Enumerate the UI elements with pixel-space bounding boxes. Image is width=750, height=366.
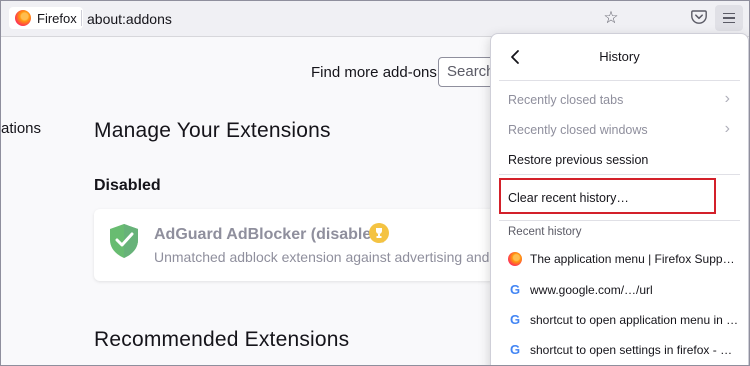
identity-box[interactable]: Firefox [9, 7, 83, 29]
chevron-right-icon: › [724, 90, 730, 107]
restore-session-item[interactable]: Restore previous session [491, 146, 748, 174]
panel-divider [499, 174, 740, 175]
panel-divider [499, 80, 740, 81]
panel-divider [499, 220, 740, 221]
sidebar-item-extensions[interactable]: ations [1, 120, 41, 137]
browser-name-label: Firefox [37, 10, 77, 26]
history-entry-title: www.google.com/…/url [530, 283, 653, 297]
history-entry[interactable]: G www.google.com/…/url [491, 277, 748, 305]
pocket-icon[interactable] [691, 10, 707, 24]
browser-window: Firefox about:addons ☆ ations Find more … [0, 0, 750, 366]
google-icon: G [509, 342, 521, 357]
history-entry[interactable]: The application menu | Firefox Suppor… [491, 246, 748, 274]
history-entry[interactable]: G shortcut to open application menu in f… [491, 307, 748, 335]
recommended-heading: Recommended Extensions [94, 328, 350, 351]
google-icon: G [509, 282, 521, 297]
firefox-logo-icon [15, 10, 31, 26]
google-icon: G [509, 312, 521, 327]
menu-item-label: Restore previous session [508, 153, 649, 167]
chevron-right-icon: › [724, 120, 730, 137]
panel-header: History [491, 34, 748, 80]
history-entry-title: shortcut to open application menu in f… [530, 313, 740, 327]
url-bar: Firefox about:addons ☆ [1, 1, 749, 37]
history-panel: History Recently closed tabs › Recently … [490, 33, 749, 365]
url-input[interactable]: about:addons [87, 11, 172, 27]
history-entry[interactable]: G shortcut to open settings in firefox -… [491, 337, 748, 365]
panel-title: History [599, 49, 640, 64]
history-entry-title: shortcut to open settings in firefox - G… [530, 343, 740, 357]
recently-closed-windows-item[interactable]: Recently closed windows › [491, 116, 748, 144]
hamburger-menu-icon[interactable] [715, 5, 743, 31]
extension-description: Unmatched adblock extension against adve… [154, 249, 517, 265]
extension-card[interactable]: AdGuard AdBlocker (disabled) Unmatched a… [94, 209, 554, 281]
menu-item-label: Recently closed tabs [508, 93, 624, 107]
disabled-section-heading: Disabled [94, 177, 161, 194]
url-separator [81, 10, 82, 26]
highlight-box [499, 178, 716, 214]
page-title: Manage Your Extensions [94, 119, 331, 142]
recent-history-heading: Recent history [508, 226, 582, 238]
firefox-icon [508, 252, 522, 266]
shield-check-icon [110, 224, 138, 258]
menu-item-label: Recently closed windows [508, 123, 648, 137]
star-icon[interactable]: ☆ [601, 8, 621, 28]
extension-name: AdGuard AdBlocker (disabled) [154, 226, 387, 243]
history-entry-title: The application menu | Firefox Suppor… [530, 252, 740, 266]
find-more-label: Find more add-ons [311, 64, 437, 81]
trophy-icon [369, 223, 389, 243]
recently-closed-tabs-item[interactable]: Recently closed tabs › [491, 86, 748, 114]
